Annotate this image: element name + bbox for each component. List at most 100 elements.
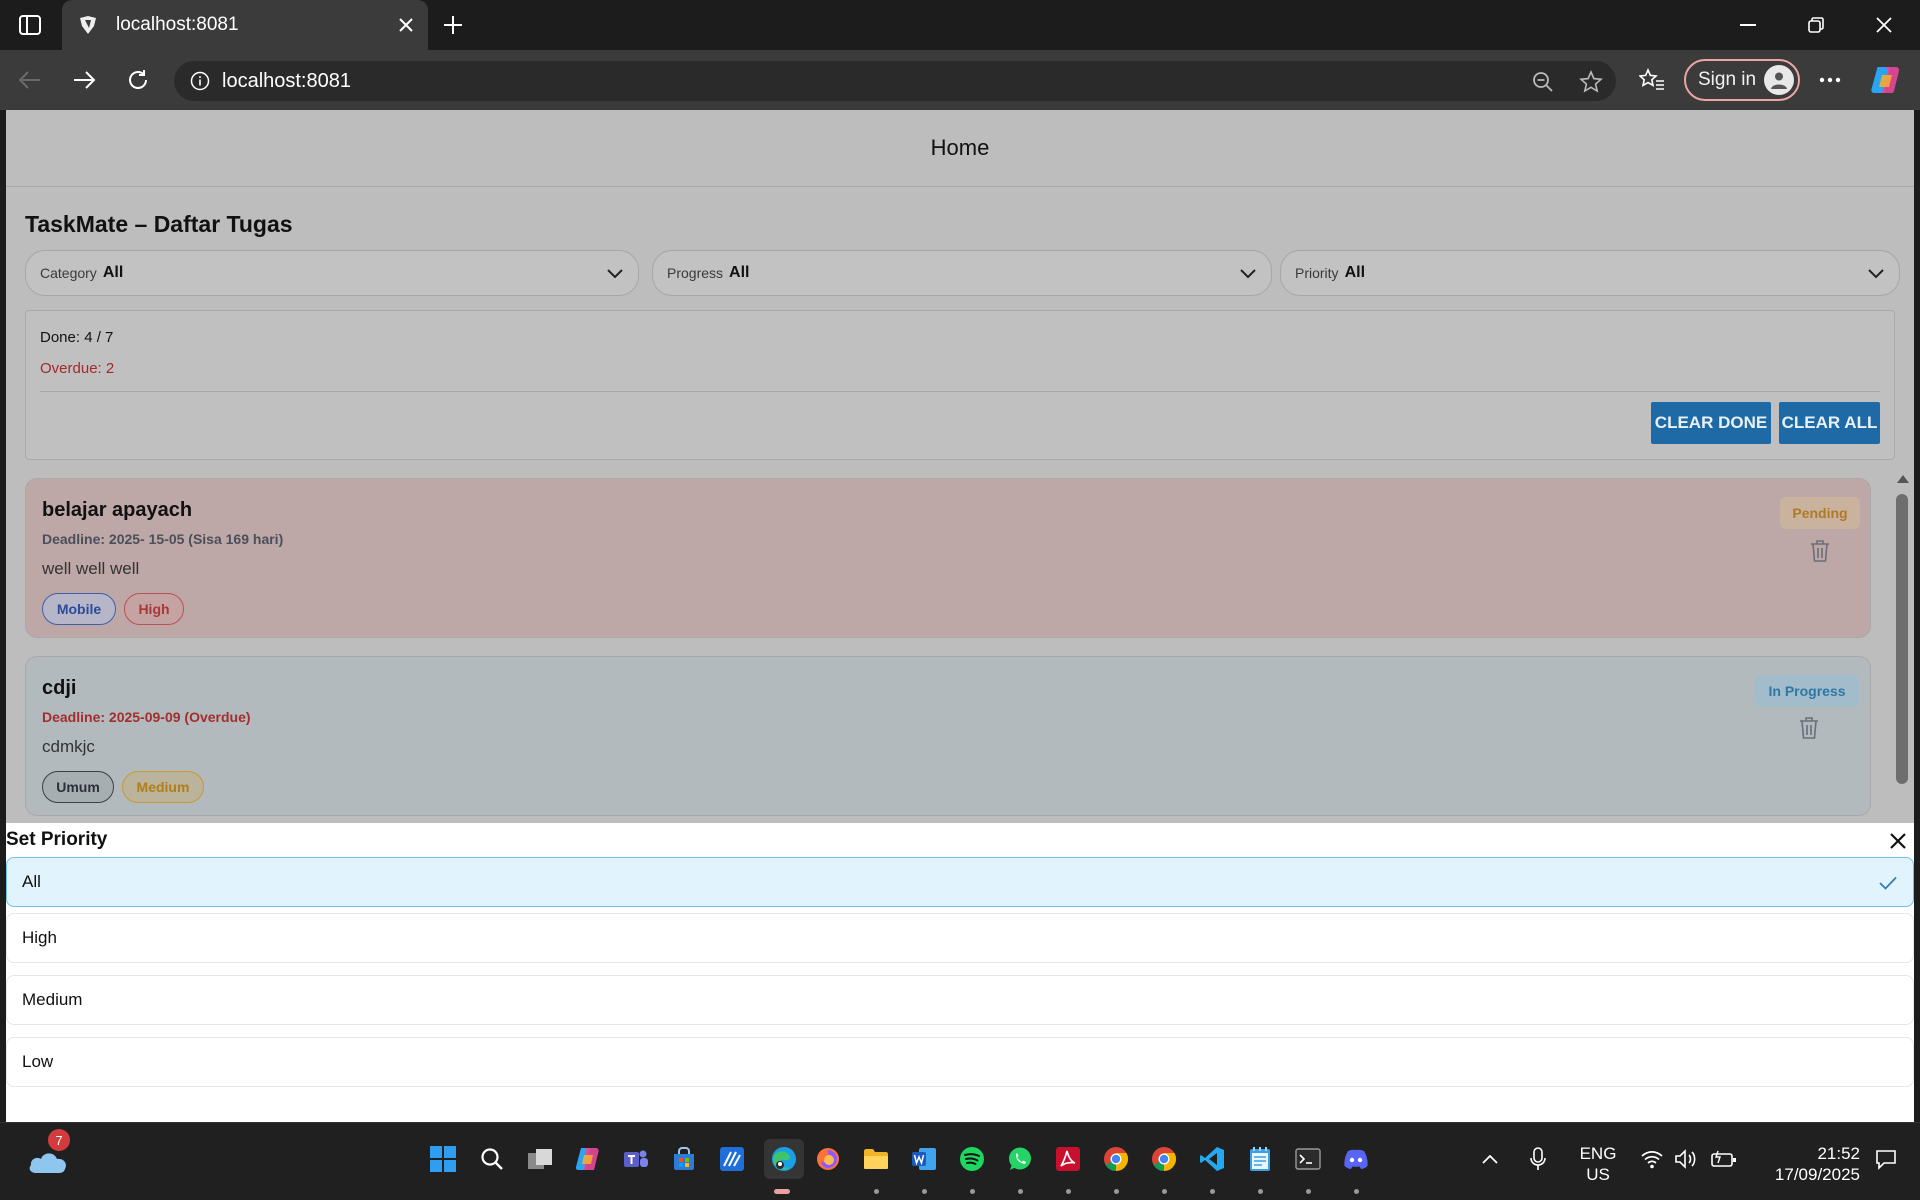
search-icon[interactable] <box>476 1143 508 1175</box>
priority-tag: High <box>124 593 184 625</box>
browser-tab[interactable]: localhost:8081 <box>62 0 428 50</box>
priority-option-high[interactable]: High <box>6 913 1914 963</box>
copilot-icon[interactable] <box>1868 62 1904 98</box>
acrobat-icon[interactable] <box>1052 1143 1084 1175</box>
task-card[interactable]: cdji Deadline: 2025-09-09 (Overdue) cdmk… <box>25 656 1871 816</box>
filter-value: All <box>729 264 750 281</box>
sign-in-label: Sign in <box>1698 69 1757 90</box>
new-tab-icon[interactable] <box>438 10 468 40</box>
clear-all-button[interactable]: CLEAR ALL <box>1779 402 1880 444</box>
avatar-icon <box>1764 65 1794 95</box>
favorite-star-icon[interactable] <box>1578 69 1604 95</box>
priority-option-low[interactable]: Low <box>6 1037 1914 1087</box>
wifi-icon[interactable] <box>1638 1145 1666 1173</box>
scroll-up-arrow-icon[interactable] <box>1896 472 1910 486</box>
microphone-icon[interactable] <box>1524 1145 1552 1173</box>
app-screen-dimmed: Home TaskMate – Daftar Tugas Category Al… <box>6 110 1914 823</box>
option-label: All <box>22 872 41 891</box>
filter-value: All <box>102 264 124 281</box>
close-icon[interactable] <box>1886 829 1910 853</box>
chevron-down-icon <box>604 263 626 285</box>
checkmark-icon <box>1877 872 1899 894</box>
firefox-icon[interactable] <box>812 1143 844 1175</box>
running-app-indicator <box>1354 1189 1359 1194</box>
discord-icon[interactable] <box>1340 1143 1372 1175</box>
running-app-indicator <box>1114 1189 1119 1194</box>
volume-icon[interactable] <box>1672 1145 1700 1173</box>
microsoft-store-icon[interactable] <box>668 1143 700 1175</box>
divider <box>40 391 1880 392</box>
language-indicator[interactable]: ENG US <box>1574 1143 1622 1185</box>
whatsapp-icon[interactable] <box>1004 1143 1036 1175</box>
back-icon[interactable] <box>12 62 48 98</box>
delete-task-icon[interactable] <box>1807 537 1833 565</box>
clear-done-button[interactable]: CLEAR DONE <box>1651 402 1771 444</box>
running-app-indicator <box>1306 1189 1311 1194</box>
spotify-icon[interactable] <box>956 1143 988 1175</box>
scrollbar-thumb[interactable] <box>1896 494 1908 784</box>
task-card[interactable]: belajar apayach Deadline: 2025- 15-05 (S… <box>25 478 1871 638</box>
close-window-icon[interactable] <box>1856 0 1912 50</box>
running-app-indicator <box>1066 1189 1071 1194</box>
running-app-indicator <box>1258 1189 1263 1194</box>
priority-option-medium[interactable]: Medium <box>6 975 1914 1025</box>
minimize-icon[interactable] <box>1720 0 1776 50</box>
notepad-icon[interactable] <box>1244 1143 1276 1175</box>
show-hidden-icons-icon[interactable] <box>1476 1145 1504 1173</box>
site-favicon-icon <box>76 13 100 37</box>
copilot-app-icon[interactable] <box>572 1143 604 1175</box>
close-tab-icon[interactable] <box>394 13 418 37</box>
clock[interactable]: 21:52 17/09/2025 <box>1756 1143 1860 1185</box>
done-count: Done: 4 / 7 <box>40 329 114 346</box>
file-explorer-icon[interactable] <box>860 1143 892 1175</box>
edge-browser-icon[interactable] <box>764 1139 804 1179</box>
tab-title: localhost:8081 <box>116 14 239 35</box>
priority-filter-dropdown[interactable]: Priority All <box>1280 250 1900 296</box>
chrome-profile-icon[interactable] <box>1148 1143 1180 1175</box>
restore-icon[interactable] <box>1788 0 1844 50</box>
forward-icon[interactable] <box>66 62 102 98</box>
reload-icon[interactable] <box>120 62 156 98</box>
battery-icon[interactable] <box>1710 1145 1738 1173</box>
filter-label: Priority <box>1295 265 1339 281</box>
task-deadline: Deadline: 2025-09-09 (Overdue) <box>42 709 251 725</box>
task-view-icon[interactable] <box>524 1143 556 1175</box>
favorites-icon[interactable] <box>1634 62 1670 98</box>
more-menu-icon[interactable] <box>1812 62 1848 98</box>
status-badge[interactable]: In Progress <box>1755 675 1859 707</box>
running-app-indicator <box>1018 1189 1023 1194</box>
running-app-indicator <box>1162 1189 1167 1194</box>
delete-task-icon[interactable] <box>1796 714 1822 742</box>
priority-option-all[interactable]: All <box>6 857 1914 907</box>
task-description: cdmkjc <box>42 737 95 756</box>
tab-actions-icon[interactable] <box>12 10 48 40</box>
option-label: Medium <box>22 990 83 1009</box>
priority-bottom-sheet: Set Priority All High Medium Low <box>6 823 1914 1122</box>
word-icon[interactable] <box>908 1143 940 1175</box>
start-menu-icon[interactable] <box>427 1143 459 1175</box>
site-info-icon[interactable] <box>188 69 212 93</box>
browser-tab-strip: localhost:8081 <box>0 0 1920 50</box>
progress-filter-dropdown[interactable]: Progress All <box>652 250 1272 296</box>
clock-date: 17/09/2025 <box>1774 1165 1860 1184</box>
chrome-icon[interactable] <box>1100 1143 1132 1175</box>
zoom-out-icon[interactable] <box>1530 69 1556 95</box>
sign-in-button[interactable]: Sign in <box>1684 59 1800 101</box>
terminal-icon[interactable] <box>1292 1143 1324 1175</box>
category-tag: Umum <box>42 771 114 803</box>
task-deadline: Deadline: 2025- 15-05 (Sisa 169 hari) <box>42 531 284 547</box>
filter-value: All <box>1344 264 1366 281</box>
app-header: Home <box>6 110 1914 187</box>
filter-label: Category <box>40 265 97 281</box>
summary-panel: Done: 4 / 7 Overdue: 2 CLEAR DONE CLEAR … <box>25 310 1895 460</box>
vscode-icon[interactable] <box>1196 1143 1228 1175</box>
task-title: belajar apayach <box>42 499 193 521</box>
notifications-icon[interactable] <box>1872 1145 1900 1173</box>
teams-icon[interactable] <box>620 1143 652 1175</box>
app-shortcut-icon[interactable] <box>716 1143 748 1175</box>
active-app-indicator <box>774 1189 790 1194</box>
option-label: Low <box>22 1052 54 1071</box>
status-badge[interactable]: Pending <box>1780 497 1860 529</box>
address-bar[interactable]: localhost:8081 <box>174 61 1616 101</box>
category-filter-dropdown[interactable]: Category All <box>25 250 639 296</box>
